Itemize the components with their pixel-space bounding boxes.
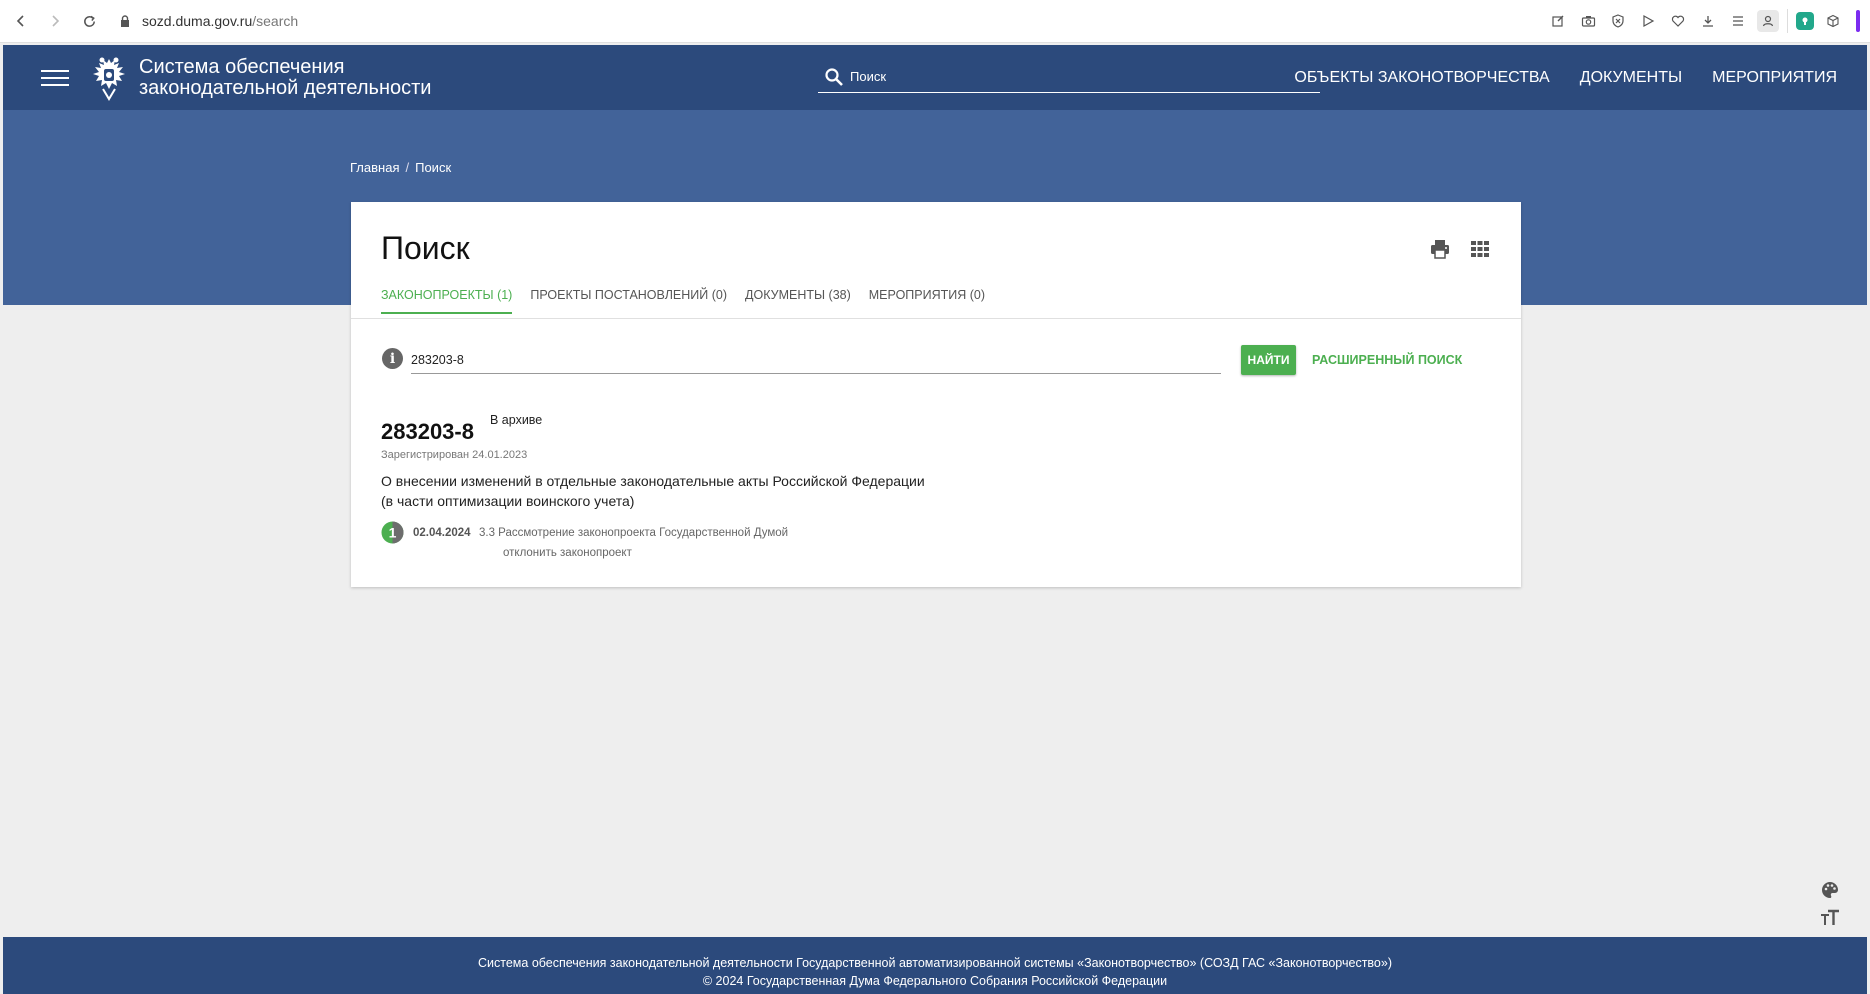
extension-icon[interactable] (1796, 12, 1814, 30)
url-host: sozd.duma.gov.ru (142, 13, 253, 29)
bill-description-line2: (в части оптимизации воинского учета) (381, 493, 635, 509)
tabs-divider (351, 318, 1521, 319)
tab-bills[interactable]: ЗАКОНОПРОЕКТЫ (1) (381, 288, 513, 314)
address-bar[interactable]: sozd.duma.gov.ru/search (118, 6, 1547, 36)
tab-events[interactable]: МЕРОПРИЯТИЯ (0) (869, 288, 985, 314)
footer-duma-link[interactable]: Государственная Дума Федерального Собран… (747, 974, 1167, 988)
find-button[interactable]: НАЙТИ (1241, 345, 1296, 375)
list-icon[interactable] (1727, 10, 1749, 32)
stage-date: 02.04.2024 (413, 527, 471, 539)
header-search-input[interactable] (850, 69, 1310, 84)
advanced-search-link[interactable]: РАСШИРЕННЫЙ ПОИСК (1312, 353, 1462, 367)
page-title: Поиск (381, 230, 470, 266)
shield-icon[interactable] (1607, 10, 1629, 32)
nav-events[interactable]: МЕРОПРИЯТИЯ (1712, 69, 1837, 87)
url-path: /search (252, 13, 299, 29)
forward-icon[interactable] (38, 4, 72, 38)
status-badge: В архиве (490, 413, 543, 427)
sidebar-indicator (1856, 10, 1860, 32)
browser-toolbar: sozd.duma.gov.ru/search (0, 0, 1870, 43)
palette-icon[interactable] (1820, 880, 1840, 900)
emblem-logo[interactable] (89, 55, 129, 101)
app-title-line1: Система обеспечения (139, 55, 345, 78)
breadcrumb-separator: / (405, 160, 410, 175)
text-size-icon[interactable] (1820, 908, 1840, 928)
breadcrumb-home[interactable]: Главная (350, 160, 399, 175)
header-search (818, 61, 1320, 93)
bill-description-line1: О внесении изменений в отдельные законод… (381, 473, 925, 489)
breadcrumb: Главная / Поиск (350, 160, 451, 175)
reload-icon[interactable] (72, 4, 106, 38)
stage-number: 1 (389, 525, 397, 541)
app-header: Система обеспечения законодательной деят… (3, 45, 1867, 110)
profile-icon[interactable] (1757, 10, 1779, 32)
query-input[interactable] (411, 346, 1221, 374)
search-card: Поиск ЗАКОНОПРОЕКТЫ (1) ПРОЕКТЫ ПОСТАНОВ… (351, 202, 1521, 587)
grid-icon[interactable] (1469, 238, 1491, 260)
info-icon[interactable]: i (382, 348, 403, 369)
camera-icon[interactable] (1577, 10, 1599, 32)
back-icon[interactable] (4, 4, 38, 38)
stage-text: 3.3 Рассмотрение законопроекта Государст… (479, 527, 789, 539)
url-text: sozd.duma.gov.ru/search (142, 13, 298, 29)
footer-copyright: © 2024 (702, 974, 744, 988)
stage-reading-icon: 1 (381, 521, 404, 544)
nav-legislative-objects[interactable]: ОБЪЕКТЫ ЗАКОНОТВОРЧЕСТВА (1294, 69, 1549, 87)
download-icon[interactable] (1697, 10, 1719, 32)
heart-icon[interactable] (1667, 10, 1689, 32)
app-title-line2: законодательной деятельности (139, 76, 432, 99)
print-icon[interactable] (1429, 238, 1451, 260)
breadcrumb-current: Поиск (415, 160, 452, 175)
tab-documents[interactable]: ДОКУМЕНТЫ (38) (745, 288, 851, 314)
tab-resolutions[interactable]: ПРОЕКТЫ ПОСТАНОВЛЕНИЙ (0) (530, 288, 727, 314)
bill-description[interactable]: О внесении изменений в отдельные законод… (381, 471, 981, 511)
app-title[interactable]: Система обеспечения законодательной деят… (139, 55, 432, 99)
toolbar-divider (1787, 9, 1788, 33)
registration-date: Зарегистрирован 24.01.2023 (381, 449, 528, 461)
footer-line1: Система обеспечения законодательной деят… (478, 956, 1392, 970)
nav-documents[interactable]: ДОКУМЕНТЫ (1580, 69, 1682, 87)
menu-icon[interactable] (41, 69, 69, 86)
edit-icon[interactable] (1547, 10, 1569, 32)
footer: Система обеспечения законодательной деят… (3, 937, 1867, 994)
result-tabs: ЗАКОНОПРОЕКТЫ (1) ПРОЕКТЫ ПОСТАНОВЛЕНИЙ … (381, 288, 985, 314)
bill-number[interactable]: 283203-8 (381, 419, 474, 445)
play-icon[interactable] (1637, 10, 1659, 32)
stage-decision: отклонить законопроект (503, 547, 632, 559)
lock-icon (121, 15, 129, 27)
top-nav: ОБЪЕКТЫ ЗАКОНОТВОРЧЕСТВА ДОКУМЕНТЫ МЕРОП… (1294, 45, 1837, 110)
cube-icon[interactable] (1822, 10, 1844, 32)
search-icon[interactable] (824, 67, 844, 87)
